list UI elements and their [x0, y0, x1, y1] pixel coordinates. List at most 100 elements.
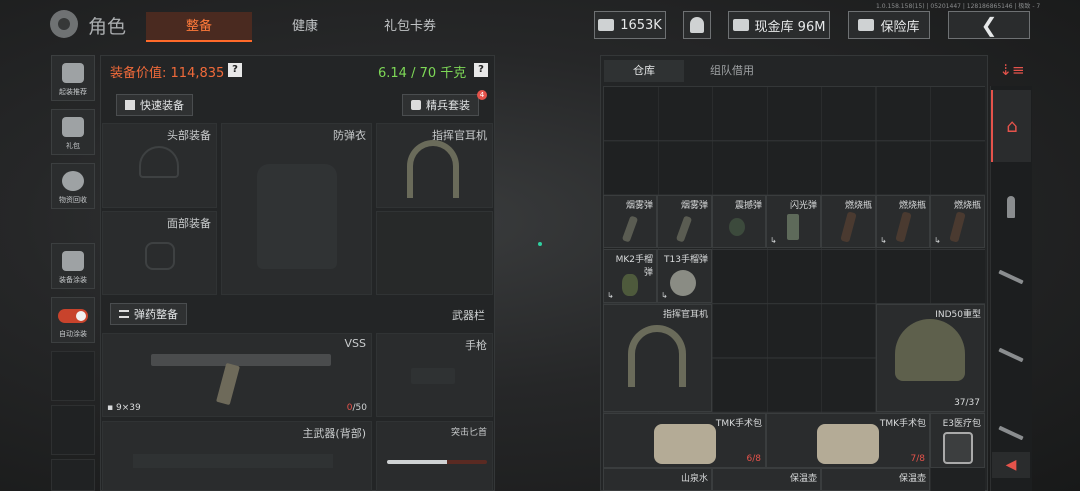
soldier-icon	[690, 17, 704, 33]
category-smg[interactable]	[991, 330, 1031, 380]
face-slot[interactable]: 面部装备	[102, 211, 217, 295]
medkit-icon	[943, 432, 973, 464]
back-button[interactable]: ❮	[948, 11, 1030, 39]
help-icon[interactable]: ?	[474, 63, 488, 77]
grid-item[interactable]: MK2手榴弹 ↳	[603, 249, 657, 303]
surgery-kit-icon	[654, 424, 716, 464]
grid-item[interactable]: TMK手术包 6/8	[603, 413, 766, 468]
grid-item[interactable]: 燃烧瓶	[821, 195, 876, 248]
grid-item[interactable]: 保温壶	[821, 468, 930, 491]
auto-skin-toggle[interactable]	[58, 309, 88, 323]
back-weapon-slot[interactable]: 主武器(背部)	[102, 421, 372, 491]
heavy-helmet-icon	[895, 319, 965, 381]
headset-slot[interactable]: 指挥官耳机	[376, 123, 493, 208]
melee-slot[interactable]: 突击匕首	[376, 421, 493, 491]
sidebar-label: 礼包	[66, 142, 80, 150]
cursor-dot	[538, 242, 542, 246]
molotov-icon	[895, 211, 912, 243]
sidebar-empty-slot	[51, 459, 95, 491]
tab-team-borrow[interactable]: 组队借用	[690, 60, 774, 82]
vault-button[interactable]: 保险库	[848, 11, 930, 39]
grid-item[interactable]: T13手榴弹 ↳	[657, 249, 712, 303]
sort-icon[interactable]: ⇣≡	[992, 56, 1032, 84]
surgery-kit-icon	[817, 424, 879, 464]
durability: 37/37	[954, 398, 980, 408]
grid-item[interactable]: 烟雾弹	[603, 195, 657, 248]
grid-item[interactable]: 山泉水	[603, 468, 712, 491]
game-logo	[50, 10, 78, 38]
sidebar-recycle[interactable]: 物资回收	[51, 163, 95, 209]
quick-equip-button[interactable]: 快速装备	[116, 94, 193, 116]
sidebar-recommend[interactable]: 起装推荐	[51, 55, 95, 101]
grid-item[interactable]: IND50重型 37/37	[876, 304, 985, 412]
grid-item[interactable]: 保温壶	[712, 468, 821, 491]
tab-equip[interactable]: 整备	[146, 12, 252, 42]
smoke-grenade-icon	[675, 215, 693, 243]
grid-item[interactable]: 燃烧瓶 ↳	[930, 195, 985, 248]
recycle-icon	[62, 171, 84, 191]
exit-marker-icon: ↳	[661, 291, 668, 300]
profile-button[interactable]	[683, 11, 711, 39]
grid-item[interactable]: 闪光弹 ↳	[766, 195, 821, 248]
grid-item[interactable]: E3医疗包	[930, 413, 985, 468]
slot-label: 面部装备	[167, 217, 211, 230]
grid-item[interactable]: 烟雾弹	[657, 195, 712, 248]
category-shotgun[interactable]	[991, 408, 1031, 458]
sidebar-label: 物资回收	[59, 196, 87, 204]
grid-item[interactable]: 指挥官耳机	[603, 304, 712, 412]
sidebar-skins[interactable]: 装备涂装	[51, 243, 95, 289]
shotgun-icon	[998, 425, 1024, 441]
rifle-silhouette-icon	[133, 454, 333, 468]
slot-label: 手枪	[465, 339, 487, 352]
page-title: 角色	[88, 16, 127, 38]
pistol-slot[interactable]: 手枪	[376, 333, 493, 417]
tab-warehouse[interactable]: 仓库	[604, 60, 684, 82]
tab-health[interactable]: 健康	[252, 12, 358, 42]
ammo-icon	[119, 310, 129, 318]
elite-badge: 4	[477, 90, 487, 100]
magazine-icon	[216, 362, 240, 406]
collapse-button[interactable]: ◀	[992, 452, 1030, 478]
sidebar-label: 起装推荐	[59, 88, 87, 96]
helmet-icon	[62, 63, 84, 83]
tab-gift-vouchers[interactable]: 礼包卡券	[358, 12, 462, 42]
armor-slot[interactable]: 防弹衣	[221, 123, 372, 295]
sidebar-auto-skin[interactable]: 自动涂装	[51, 297, 95, 343]
rifle-icon	[151, 354, 331, 366]
button-label: 弹药整备	[134, 308, 178, 321]
category-all[interactable]: ⌂	[991, 90, 1031, 162]
vault-icon	[858, 19, 875, 31]
currency-icon	[598, 19, 615, 31]
molotov-icon	[949, 211, 966, 243]
category-rifle[interactable]	[991, 252, 1031, 302]
grid-item[interactable]: 震撼弹	[712, 195, 766, 248]
slot-label: 头部装备	[167, 129, 211, 142]
currency-display[interactable]: 1653K	[594, 11, 666, 39]
button-label: 精兵套装	[426, 99, 470, 112]
help-icon[interactable]: ?	[228, 63, 242, 77]
sidebar-gift[interactable]: 礼包	[51, 109, 95, 155]
headset-icon	[628, 325, 686, 387]
button-label: 快速装备	[140, 99, 184, 112]
shirt-icon	[125, 100, 135, 110]
primary-weapon-slot[interactable]: VSS ▪ 9×39 0/50	[102, 333, 372, 417]
equipment-value: 装备价值: 114,835	[110, 66, 225, 81]
headset-icon	[407, 140, 459, 198]
ammo-button[interactable]: 弹药整备	[110, 303, 187, 325]
chevron-left-icon: ❮	[980, 13, 998, 37]
helmet-slot[interactable]: 头部装备	[102, 123, 217, 208]
vault-label: 保险库	[880, 19, 920, 35]
gift-icon	[62, 117, 84, 137]
uses-count: 6/8	[746, 454, 761, 464]
category-ammo[interactable]	[991, 182, 1031, 232]
sidebar-label: 装备涂装	[59, 276, 87, 284]
empty-gear-slot[interactable]	[376, 211, 493, 295]
grid-item[interactable]: 燃烧瓶 ↳	[876, 195, 930, 248]
vest-silhouette-icon	[257, 164, 337, 269]
home-icon: ⌂	[1006, 115, 1018, 137]
sidebar-empty-slot	[51, 351, 95, 401]
exit-marker-icon: ↳	[880, 236, 887, 245]
elite-kit-button[interactable]: 精兵套装	[402, 94, 479, 116]
grid-item[interactable]: TMK手术包 7/8	[766, 413, 930, 468]
cash-storage-button[interactable]: 现金库 96M	[728, 11, 830, 39]
